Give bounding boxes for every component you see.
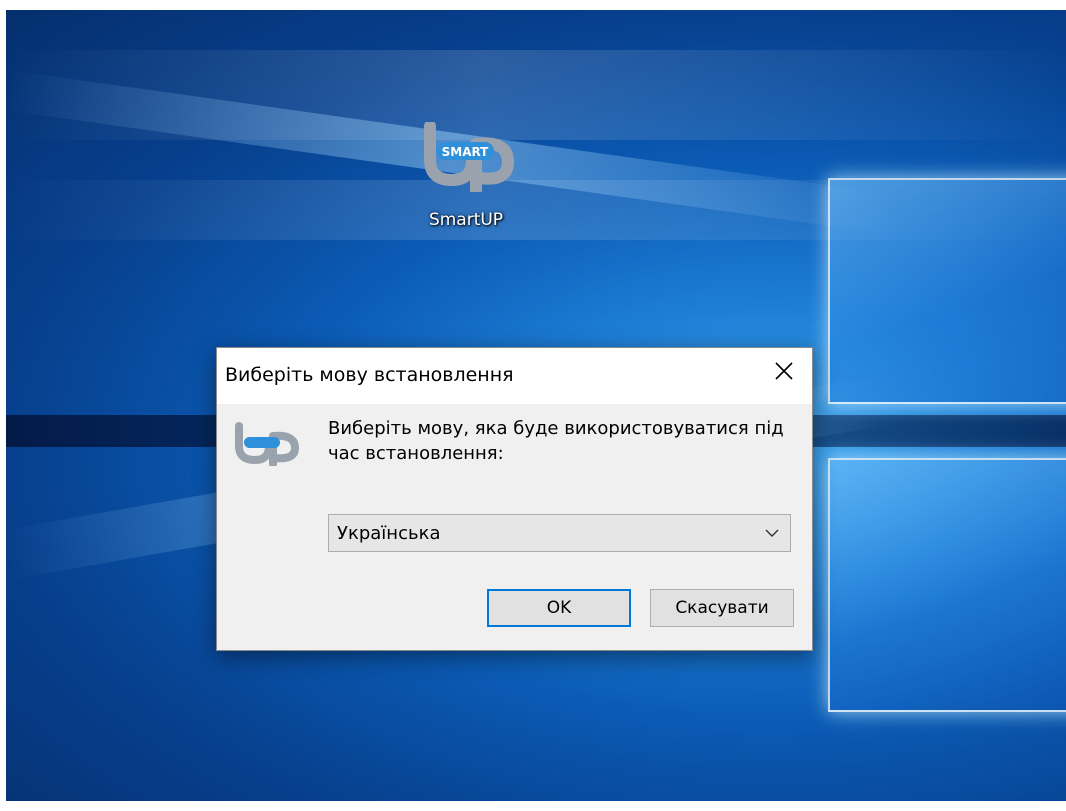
desktop-icon-label: SmartUP: [428, 210, 504, 230]
chevron-down-icon: [765, 529, 779, 537]
language-dialog: Виберіть мову встановлення Виберіть мову…: [216, 347, 813, 651]
wallpaper-window-pane: [828, 458, 1066, 712]
dialog-titlebar[interactable]: Виберіть мову встановлення: [217, 348, 812, 404]
language-select[interactable]: Українська: [328, 514, 791, 552]
close-icon: [775, 362, 793, 380]
smartup-app-icon: SMART: [416, 120, 516, 196]
dialog-prompt: Виберіть мову, яка буде використовуватис…: [328, 418, 784, 464]
cancel-button[interactable]: Скасувати: [650, 589, 794, 627]
screen: SMART SmartUP Виберіть мову встановлення: [0, 0, 1066, 811]
language-select-value: Українська: [337, 523, 441, 544]
dialog-body: Виберіть мову, яка буде використовуватис…: [217, 404, 812, 650]
wallpaper-window-pane: [828, 178, 1066, 404]
smartup-logo-icon: [231, 422, 301, 468]
dialog-title: Виберіть мову встановлення: [225, 364, 514, 386]
desktop-icon-smartup[interactable]: SMART SmartUP: [401, 120, 531, 252]
ok-button[interactable]: OK: [487, 589, 631, 627]
close-button[interactable]: [756, 348, 812, 394]
smartup-logo-text: SMART: [442, 145, 490, 159]
